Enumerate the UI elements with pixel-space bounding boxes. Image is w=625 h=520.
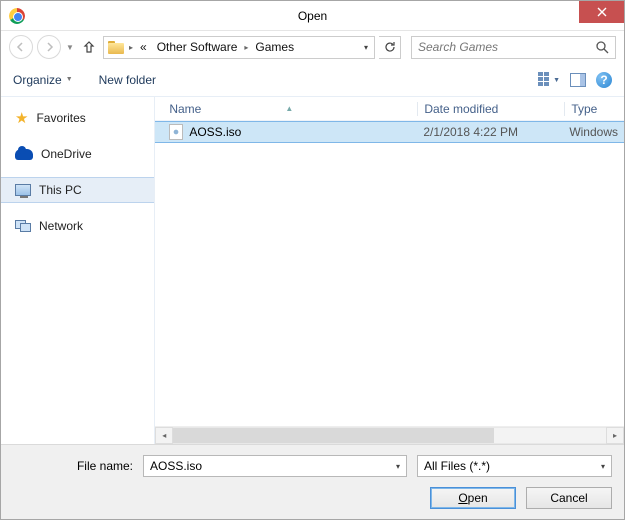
scroll-track[interactable] [173,427,606,444]
open-dialog: Open ▼ ▸ « Other Software ▸ Games ▾ Sear [0,0,625,520]
close-button[interactable] [579,1,624,23]
open-button[interactable]: Open [430,487,516,509]
filename-label: File name: [13,459,133,473]
organize-menu[interactable]: Organize ▼ [13,73,73,87]
grid-icon [538,72,552,88]
address-bar[interactable]: ▸ « Other Software ▸ Games ▾ [103,36,375,59]
forward-button[interactable] [37,35,61,59]
toolbar: Organize ▼ New folder ▼ ? [1,63,624,97]
column-headers: Name ▲ Date modified Type [155,97,624,121]
file-type: Windows [563,125,624,139]
arrow-right-icon [44,42,54,52]
up-button[interactable] [79,37,99,57]
new-folder-button[interactable]: New folder [99,73,156,87]
preview-pane-toggle[interactable] [570,73,586,87]
breadcrumb-prefix: « [136,40,151,54]
chevron-icon: ▸ [128,43,134,52]
arrow-up-icon [83,40,95,54]
chevron-down-icon[interactable]: ▾ [396,462,400,471]
help-button[interactable]: ? [596,72,612,88]
sidebar-item-network[interactable]: Network [1,213,154,239]
iso-file-icon [169,124,183,140]
column-type[interactable]: Type [565,102,603,116]
sort-asc-icon: ▲ [285,104,293,113]
refresh-icon [384,41,396,53]
recent-dropdown[interactable]: ▼ [65,43,75,52]
back-button[interactable] [9,35,33,59]
breadcrumb-part[interactable]: Other Software [153,40,242,54]
chevron-down-icon[interactable]: ▾ [601,462,605,471]
search-icon [595,40,609,54]
window-title: Open [298,9,327,23]
breadcrumb-part[interactable]: Games [251,40,298,54]
horizontal-scrollbar[interactable]: ◂ ▸ [155,426,624,444]
file-row[interactable]: AOSS.iso 2/1/2018 4:22 PM Windows [155,121,624,143]
file-name: AOSS.iso [189,125,241,139]
pc-icon [15,184,31,196]
arrow-left-icon [16,42,26,52]
view-options[interactable]: ▼ [538,72,560,88]
scroll-right-button[interactable]: ▸ [606,427,624,444]
filename-input[interactable]: AOSS.iso ▾ [143,455,407,477]
file-date: 2/1/2018 4:22 PM [417,125,563,139]
file-list-area[interactable] [155,143,624,426]
chevron-icon[interactable]: ▸ [243,43,249,52]
dialog-footer: File name: AOSS.iso ▾ All Files (*.*) ▾ … [1,444,624,519]
sidebar-item-onedrive[interactable]: OneDrive [1,141,154,167]
scroll-thumb[interactable] [173,428,493,443]
title-bar: Open [1,1,624,31]
sidebar-item-favorites[interactable]: ★ Favorites [1,105,154,131]
file-list-pane: Name ▲ Date modified Type AOSS.iso 2/1/2… [155,97,624,444]
filetype-filter[interactable]: All Files (*.*) ▾ [417,455,612,477]
dialog-body: ★ Favorites OneDrive This PC Network Nam… [1,97,624,444]
folder-icon [108,41,124,54]
sidebar-item-thispc[interactable]: This PC [1,177,154,203]
refresh-button[interactable] [379,36,401,59]
search-placeholder: Search Games [418,40,595,54]
network-icon [15,220,31,232]
navigation-bar: ▼ ▸ « Other Software ▸ Games ▾ Search Ga… [1,31,624,63]
chrome-icon [9,8,25,24]
search-input[interactable]: Search Games [411,36,616,59]
address-dropdown[interactable]: ▾ [360,43,372,52]
star-icon: ★ [15,109,28,127]
close-icon [597,7,607,17]
column-date[interactable]: Date modified [418,102,564,116]
scroll-left-button[interactable]: ◂ [155,427,173,444]
onedrive-icon [15,149,33,160]
cancel-button[interactable]: Cancel [526,487,612,509]
sidebar: ★ Favorites OneDrive This PC Network [1,97,155,444]
